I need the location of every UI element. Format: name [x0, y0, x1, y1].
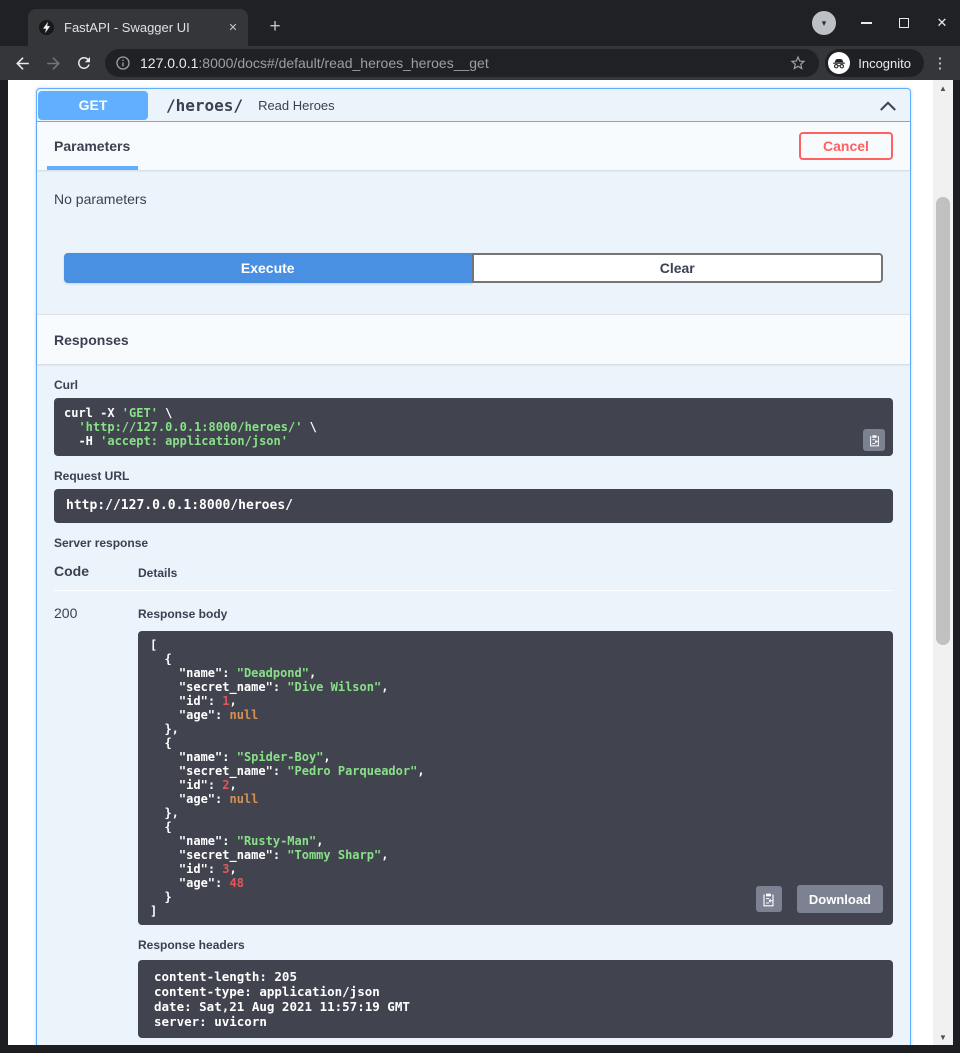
tab-title: FastAPI - Swagger UI [64, 20, 224, 35]
request-url-label: Request URL [54, 469, 893, 483]
star-icon [789, 54, 807, 72]
details-column-header: Details [138, 563, 893, 580]
request-url-text: http://127.0.0.1:8000/heroes/ [66, 498, 293, 513]
response-body-controls: Download [756, 885, 883, 913]
opblock-summary[interactable]: GET /heroes/ Read Heroes [37, 89, 910, 122]
maximize-button[interactable] [896, 15, 912, 31]
copy-response-button[interactable] [756, 886, 782, 912]
incognito-label: Incognito [858, 56, 911, 71]
browser-toolbar: 127.0.0.1:8000/docs#/default/read_heroes… [0, 46, 960, 80]
server-response-label: Server response [54, 536, 893, 550]
url-text[interactable]: 127.0.0.1:8000/docs#/default/read_heroes… [140, 55, 787, 71]
responses-inner: Curl curl -X 'GET' \ 'http://127.0.0.1:8… [37, 364, 910, 1038]
window-controls: ▾ ✕ [812, 8, 950, 38]
browser-menu-button[interactable]: ⋮ [928, 49, 952, 77]
response-headers-code: content-length: 205content-type: applica… [138, 960, 893, 1038]
incognito-avatar [828, 52, 850, 74]
maximize-icon [899, 18, 909, 28]
incognito-badge: Incognito [825, 49, 924, 77]
new-tab-button[interactable]: + [262, 14, 288, 40]
minimize-icon [861, 22, 872, 24]
clear-button[interactable]: Clear [472, 253, 884, 283]
method-badge: GET [38, 91, 148, 120]
status-code: 200 [54, 605, 138, 1038]
request-url-value: http://127.0.0.1:8000/heroes/ [54, 489, 893, 523]
page-scrollbar[interactable]: ▲ ▼ [933, 80, 953, 1045]
page-content: GET /heroes/ Read Heroes Parameters Canc… [8, 80, 933, 1045]
reload-button[interactable] [70, 49, 98, 77]
bookmark-button[interactable] [787, 52, 809, 74]
response-body-label: Response body [138, 607, 893, 621]
forward-button[interactable] [39, 49, 67, 77]
no-parameters-text: No parameters [54, 191, 893, 207]
execute-button[interactable]: Execute [64, 253, 472, 283]
browser-titlebar: FastAPI - Swagger UI ✕ + ▾ ✕ [0, 0, 960, 46]
opblock-get-heroes: GET /heroes/ Read Heroes Parameters Canc… [36, 88, 911, 1045]
browser-tab[interactable]: FastAPI - Swagger UI ✕ [28, 9, 248, 46]
active-tab-underline [47, 166, 138, 170]
curl-code: curl -X 'GET' \ 'http://127.0.0.1:8000/h… [54, 398, 893, 456]
endpoint-path: /heroes/ [166, 96, 243, 115]
tab-close-icon[interactable]: ✕ [224, 19, 242, 37]
clipboard-copy-icon [761, 892, 776, 907]
parameters-tab[interactable]: Parameters [54, 138, 130, 154]
window-close-button[interactable]: ✕ [934, 15, 950, 31]
endpoint-summary: Read Heroes [258, 98, 876, 113]
media-controls-button[interactable]: ▾ [812, 11, 836, 35]
chevron-up-icon [879, 99, 897, 112]
response-table-header: Code Details [54, 563, 893, 591]
execute-row: Execute Clear [64, 253, 883, 283]
site-info-icon[interactable] [115, 55, 131, 71]
download-button[interactable]: Download [797, 885, 883, 913]
collapse-button[interactable] [876, 93, 900, 117]
copy-curl-button[interactable] [863, 429, 885, 451]
fastapi-logo-icon [38, 19, 55, 36]
url-bar[interactable]: 127.0.0.1:8000/docs#/default/read_heroes… [105, 49, 819, 77]
response-body-code: [ { "name": "Deadpond", "secret_name": "… [138, 631, 893, 925]
response-body-wrap: [ { "name": "Deadpond", "secret_name": "… [138, 631, 893, 925]
parameters-body: No parameters Execute Clear [37, 170, 910, 314]
reload-icon [75, 54, 93, 72]
response-details-cell: Response body [ { "name": "Deadpond", "s… [138, 605, 893, 1038]
parameters-header: Parameters Cancel [37, 122, 910, 170]
url-path: :8000/docs#/default/read_heroes_heroes__… [198, 55, 488, 71]
responses-title: Responses [54, 332, 129, 348]
minimize-button[interactable] [858, 15, 874, 31]
url-host: 127.0.0.1 [140, 55, 198, 71]
incognito-icon [831, 55, 847, 71]
back-button[interactable] [8, 49, 36, 77]
cancel-button[interactable]: Cancel [799, 132, 893, 160]
response-headers-label: Response headers [138, 938, 893, 952]
responses-header: Responses [37, 314, 910, 364]
forward-arrow-icon [44, 54, 63, 73]
response-table-row: 200 Response body [ { "name": "Deadpond"… [54, 591, 893, 1038]
scroll-down-arrow[interactable]: ▼ [933, 1029, 953, 1045]
clipboard-copy-icon [868, 434, 881, 447]
scroll-thumb[interactable] [936, 197, 950, 645]
curl-label: Curl [54, 378, 893, 392]
scroll-up-arrow[interactable]: ▲ [933, 80, 953, 96]
code-column-header: Code [54, 563, 138, 580]
back-arrow-icon [13, 54, 32, 73]
